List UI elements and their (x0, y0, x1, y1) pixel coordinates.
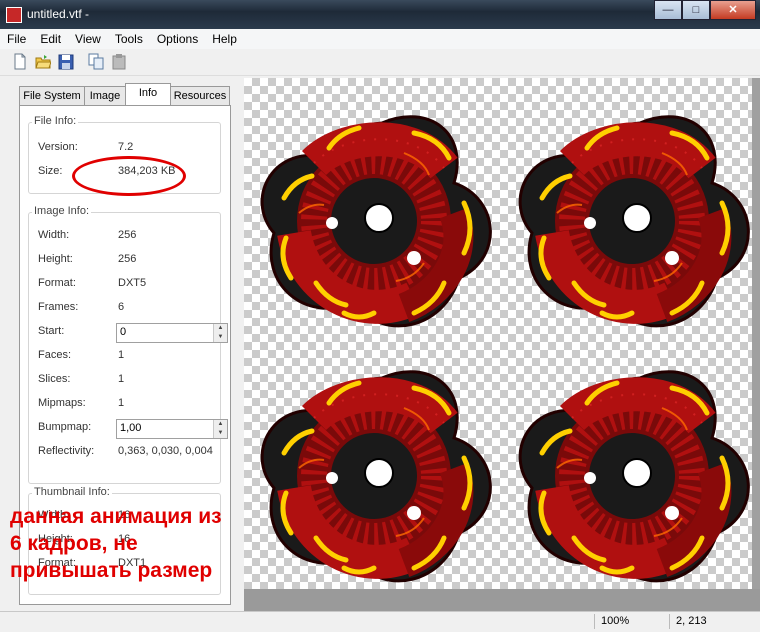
spin-up-icon[interactable]: ▲ (214, 420, 227, 429)
copy-icon[interactable] (88, 53, 104, 70)
faces-label: Faces: (38, 349, 72, 361)
paste-icon[interactable] (111, 53, 127, 70)
coords-status: 2, 213 (669, 614, 754, 629)
new-icon[interactable] (12, 53, 28, 70)
start-label: Start: (38, 325, 65, 337)
reflectivity-value: 0,363, 0,030, 0,004 (118, 445, 213, 457)
maximize-button[interactable]: □ (682, 0, 710, 20)
image-info-label: Image Info: (32, 205, 92, 217)
menu-help[interactable]: Help (205, 29, 244, 49)
frame-thumbnail (262, 372, 490, 581)
version-label: Version: (38, 141, 78, 153)
app-icon (6, 7, 22, 23)
menu-tools[interactable]: Tools (108, 29, 150, 49)
tab-resources[interactable]: Resources (170, 86, 230, 106)
frames-value: 6 (118, 301, 125, 313)
frames-label: Frames: (38, 301, 79, 313)
bumpmap-spinner[interactable]: 1,00 ▲ ▼ (116, 419, 228, 439)
spin-down-icon[interactable]: ▼ (214, 333, 227, 342)
menu-options[interactable]: Options (150, 29, 205, 49)
save-icon[interactable] (58, 53, 74, 70)
faces-value: 1 (118, 349, 125, 361)
viewer-margin (752, 78, 760, 589)
spin-down-icon[interactable]: ▼ (214, 429, 227, 438)
window-title: untitled.vtf - (27, 7, 90, 21)
frame-thumbnail (520, 117, 748, 326)
mipmaps-value: 1 (118, 397, 125, 409)
thumbnail-info-label: Thumbnail Info: (32, 486, 112, 498)
tab-file-system[interactable]: File System (19, 86, 85, 106)
close-button[interactable]: ✕ (710, 0, 756, 20)
annotation-line: привышать размер (10, 559, 213, 582)
height-value: 256 (118, 253, 137, 265)
open-icon[interactable] (35, 53, 51, 70)
format-value: DXT5 (118, 277, 147, 289)
height-label: Height: (38, 253, 73, 265)
size-highlight-ellipse (72, 156, 186, 196)
viewer-margin (244, 589, 760, 611)
bumpmap-value[interactable]: 1,00 (120, 422, 141, 434)
annotation-line: данная анимация из (10, 505, 222, 528)
menu-file[interactable]: File (0, 29, 33, 49)
size-label: Size: (38, 165, 63, 177)
minimize-button[interactable]: — (654, 0, 682, 20)
texture-preview (244, 78, 760, 589)
image-viewer[interactable] (244, 78, 760, 589)
width-label: Width: (38, 229, 70, 241)
width-value: 256 (118, 229, 137, 241)
toolbar (0, 49, 760, 76)
bumpmap-label: Bumpmap: (38, 421, 92, 433)
reflectivity-label: Reflectivity: (38, 445, 95, 457)
file-info-label: File Info: (32, 115, 79, 127)
tab-image[interactable]: Image (84, 86, 126, 106)
slices-label: Slices: (38, 373, 71, 385)
zoom-status: 100% (594, 614, 661, 629)
version-value: 7.2 (118, 141, 134, 153)
format-label: Format: (38, 277, 76, 289)
annotation-text: данная анимация из 6 кадров, не привышат… (10, 503, 222, 584)
menu-edit[interactable]: Edit (33, 29, 68, 49)
frame-thumbnail (520, 372, 748, 581)
title-bar: untitled.vtf - — □ ✕ (0, 0, 760, 29)
status-bar: 100% 2, 213 (0, 611, 760, 632)
annotation-line: 6 кадров, не (10, 532, 138, 555)
tab-info[interactable]: Info (125, 83, 171, 106)
slices-value: 1 (118, 373, 125, 385)
start-spinner[interactable]: 0 ▲ ▼ (116, 323, 228, 343)
menu-bar: File Edit View Tools Options Help (0, 29, 760, 49)
start-value[interactable]: 0 (120, 326, 126, 338)
mipmaps-label: Mipmaps: (38, 397, 86, 409)
frame-thumbnail (262, 117, 490, 326)
spin-up-icon[interactable]: ▲ (214, 324, 227, 333)
menu-view[interactable]: View (68, 29, 108, 49)
